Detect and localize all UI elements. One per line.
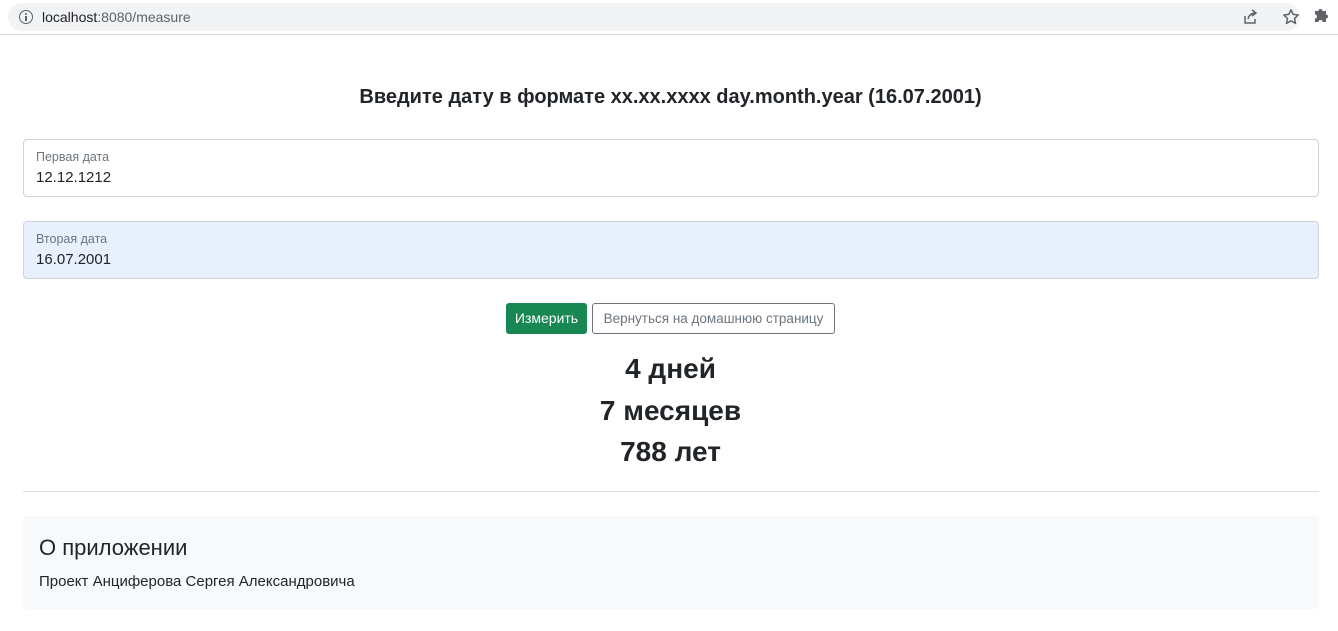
- home-button[interactable]: Вернуться на домашнюю страницу: [592, 303, 835, 334]
- divider: [23, 491, 1319, 492]
- page-title: Введите дату в формате xx.xx.xxxx day.mo…: [359, 86, 982, 108]
- first-date-input[interactable]: [36, 169, 1296, 187]
- first-date-label: Первая дата: [36, 150, 110, 164]
- address-bar[interactable]: localhost:8080/measure: [8, 3, 1300, 31]
- about-section: О приложении Проект Анциферова Сергея Ал…: [23, 516, 1319, 609]
- extension-icon[interactable]: [1313, 6, 1330, 23]
- measure-button[interactable]: Измерить: [506, 303, 587, 334]
- second-date-label: Вторая дата: [36, 232, 108, 246]
- about-title: О приложении: [39, 535, 188, 560]
- info-icon[interactable]: [19, 10, 33, 24]
- second-date-field[interactable]: Вторая дата: [23, 221, 1319, 279]
- url-path: :8080/measure: [97, 9, 191, 25]
- star-icon[interactable]: [1282, 8, 1300, 26]
- browser-toolbar: localhost:8080/measure: [0, 0, 1338, 35]
- result-years: 788 лет: [620, 436, 721, 467]
- url-text[interactable]: localhost:8080/measure: [42, 9, 191, 25]
- about-text: Проект Анциферова Сергея Александровича: [39, 573, 355, 590]
- result-days: 4 дней: [625, 353, 716, 384]
- share-icon[interactable]: [1242, 9, 1258, 25]
- result-months: 7 месяцев: [599, 395, 742, 426]
- url-host: localhost: [42, 9, 98, 25]
- first-date-field[interactable]: Первая дата: [23, 139, 1319, 197]
- second-date-input[interactable]: [36, 251, 1296, 269]
